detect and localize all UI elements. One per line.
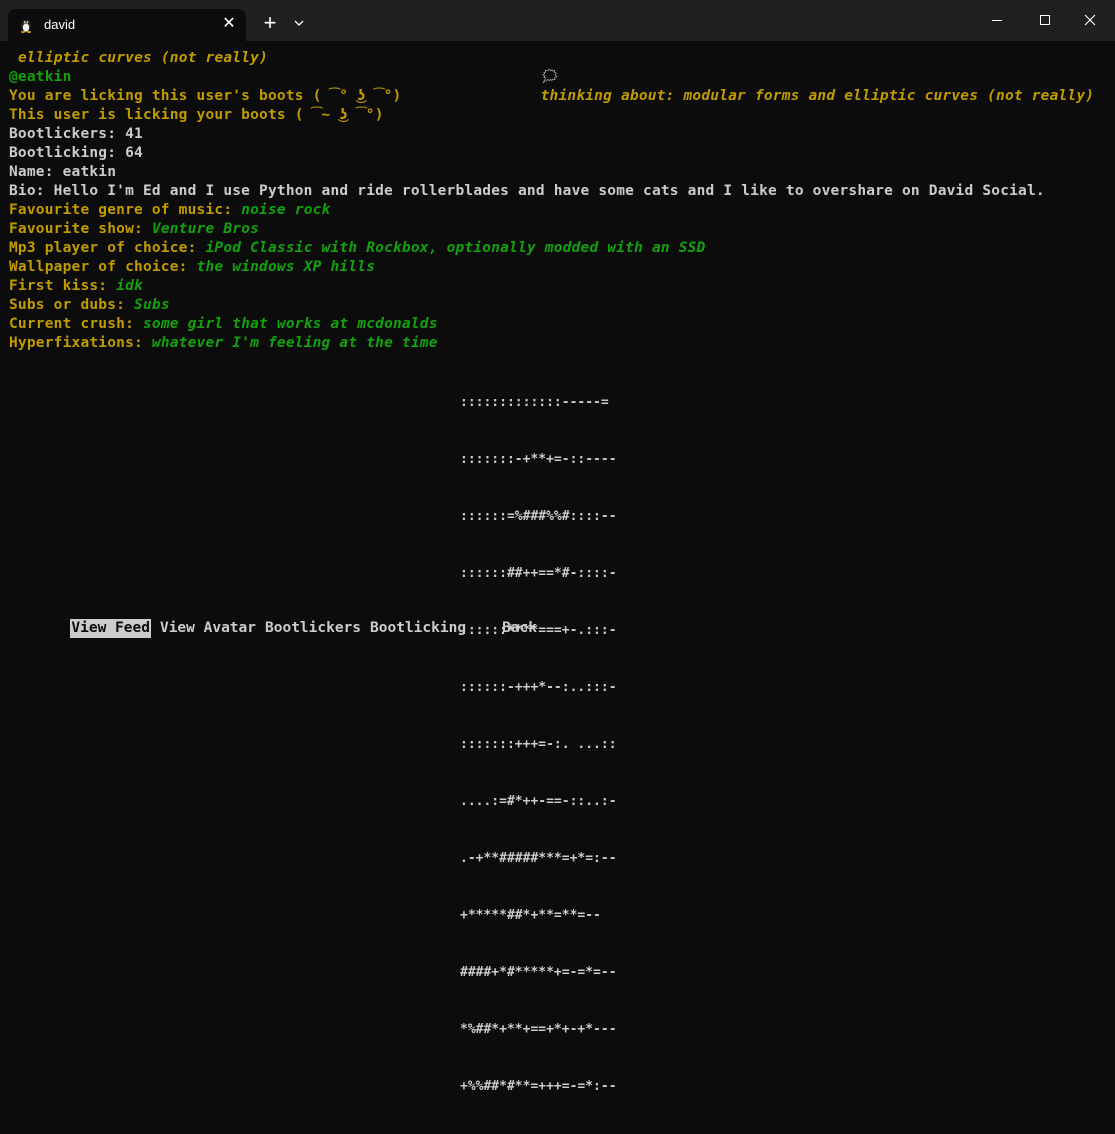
avatar-art-line: *%##*+**+==+*+-+*---	[460, 1022, 617, 1037]
status-right: thinking about: modular forms and ellipt…	[540, 88, 1095, 104]
menu-bootlickers[interactable]: Bootlickers	[265, 619, 361, 638]
bottom-menu: View Feed View Avatar Bootlickers Bootlicki…	[18, 600, 546, 657]
avatar-art-line: :::::::+++=-:. ...::	[460, 737, 617, 752]
field-label: Mp3 player of choice:	[9, 240, 197, 256]
profile-name: Name: eatkin	[9, 164, 117, 180]
field-label: Favourite show:	[9, 221, 143, 237]
field-value: Subs	[134, 297, 170, 313]
field-value: whatever I'm feeling at the time	[151, 335, 438, 351]
avatar-art-line: ....:=#*++-==-::..:-	[460, 794, 617, 809]
field-value: some girl that works at mcdonalds	[142, 316, 438, 332]
minimize-icon[interactable]	[985, 8, 1009, 32]
chevron-down-icon[interactable]	[288, 13, 310, 33]
field-value: the windows XP hills	[196, 259, 376, 275]
field-label: Subs or dubs:	[9, 297, 126, 313]
thinking-status: 🗯 thinking about: modular forms and elli…	[487, 49, 1094, 125]
field-value: noise rock	[241, 202, 331, 218]
field-row: Favourite genre of music: noise rock	[9, 201, 331, 220]
avatar-art-line: :::::::-+**+=-::----	[460, 452, 617, 467]
field-row: Favourite show: Venture Bros	[9, 220, 259, 239]
new-tab-button[interactable]: +	[258, 11, 282, 35]
avatar-art-line: .-+**#####***=+*=:--	[460, 851, 617, 866]
bootlickers-count: Bootlickers: 41	[9, 126, 143, 142]
field-row: Subs or dubs: Subs	[9, 296, 170, 315]
terminal-window: david ✕ + elliptic curves (not really) 🗯…	[0, 0, 1115, 1094]
avatar-art-line: ::::::##++==*#-::::-	[460, 566, 617, 581]
field-label: First kiss:	[9, 278, 108, 294]
licking-their-boots: You are licking this user's boots ( ͡° ͜…	[9, 88, 402, 104]
field-label: Hyperfixations:	[9, 335, 143, 351]
avatar-art-line: +%%##*#**=+++=-=*:--	[460, 1079, 617, 1094]
menu-view-avatar[interactable]: View Avatar	[160, 619, 256, 638]
user-handle: @eatkin	[9, 69, 72, 85]
thought-bubble-icon: 🗯	[540, 69, 560, 85]
tab-title: david	[44, 17, 76, 32]
profile-bio: Bio: Hello I'm Ed and I use Python and r…	[9, 183, 1045, 199]
tab-close-icon[interactable]: ✕	[220, 15, 238, 33]
field-label: Favourite genre of music:	[9, 202, 233, 218]
field-value: Venture Bros	[151, 221, 260, 237]
avatar-art-line: :::::::::::::-----=	[460, 395, 609, 410]
status-left: elliptic curves (not really)	[18, 50, 269, 66]
linux-penguin-icon	[21, 19, 31, 33]
avatar-art-line: ::::::-+++*--:..:::-	[460, 680, 617, 695]
menu-bootlicking[interactable]: Bootlicking	[370, 619, 466, 638]
field-row: Mp3 player of choice: iPod Classic with …	[9, 239, 706, 258]
field-row: Wallpaper of choice: the windows XP hill…	[9, 258, 375, 277]
field-label: Wallpaper of choice:	[9, 259, 188, 275]
title-bar: david ✕ +	[0, 0, 1115, 41]
avatar-art-line: +*****##*+**=**=--	[460, 908, 601, 923]
field-label: Current crush:	[9, 316, 135, 332]
terminal-content: elliptic curves (not really) 🗯 thinking …	[0, 41, 1115, 1094]
close-icon[interactable]	[1078, 8, 1102, 32]
avatar-ascii-art: :::::::::::::-----= :::::::-+**+=-::----…	[460, 355, 617, 1134]
avatar-art-line: ####+*#*****+=-=*=--	[460, 965, 617, 980]
field-row: First kiss: idk	[9, 277, 143, 296]
menu-view-feed[interactable]: View Feed	[70, 619, 151, 638]
field-value: iPod Classic with Rockbox, optionally mo…	[205, 240, 706, 256]
maximize-icon[interactable]	[1033, 8, 1057, 32]
field-row: Current crush: some girl that works at m…	[9, 315, 438, 334]
field-row: Hyperfixations: whatever I'm feeling at …	[9, 334, 438, 353]
licking-your-boots: This user is licking your boots ( ͡~ ͜ʖ …	[9, 107, 384, 123]
field-value: idk	[116, 278, 143, 294]
bootlicking-count: Bootlicking: 64	[9, 145, 143, 161]
tab-david[interactable]: david ✕	[8, 9, 246, 41]
avatar-art-line: ::::::=%###%%#::::--	[460, 509, 617, 524]
menu-back[interactable]: Back	[502, 619, 537, 638]
